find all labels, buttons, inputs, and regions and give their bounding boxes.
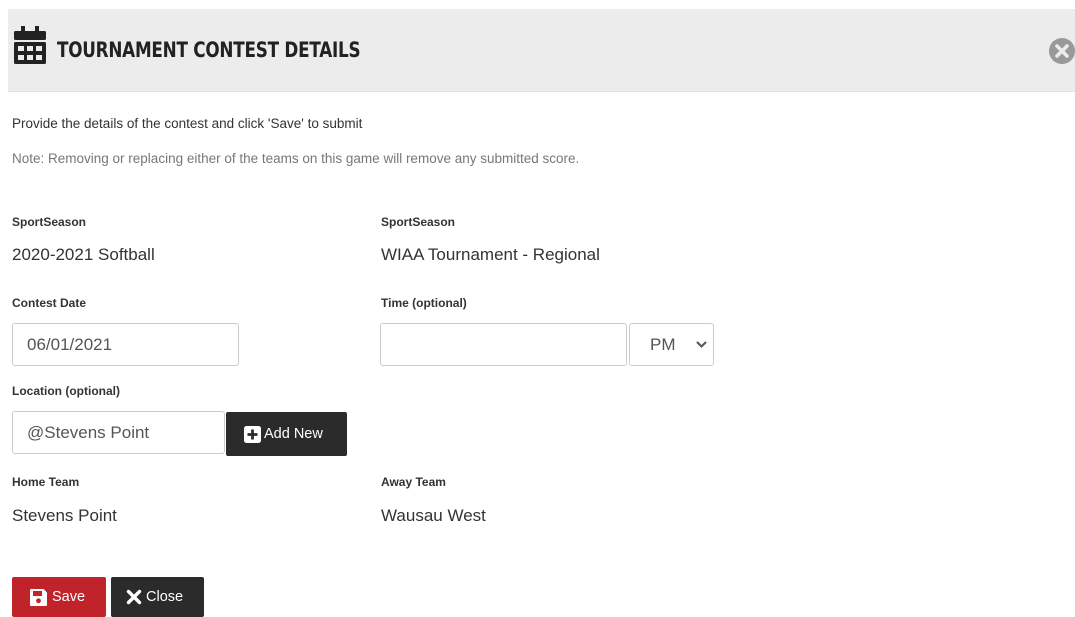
home-team-label: Home Team bbox=[12, 475, 80, 489]
sport-season-value-2: WIAA Tournament - Regional bbox=[381, 245, 600, 264]
chevron-down-icon bbox=[696, 341, 707, 348]
ampm-select-value: PM bbox=[650, 335, 676, 354]
location-input[interactable] bbox=[12, 411, 225, 454]
location-label: Location (optional) bbox=[12, 384, 120, 398]
home-team-value: Stevens Point bbox=[12, 506, 117, 525]
save-button[interactable]: Save bbox=[12, 577, 106, 617]
contest-details-modal: TOURNAMENT CONTEST DETAILS Provide the d… bbox=[0, 0, 1075, 617]
close-icon bbox=[126, 589, 142, 605]
add-new-location-button[interactable]: Add New bbox=[226, 412, 347, 456]
calendar-icon bbox=[14, 26, 46, 64]
intro-text: Provide the details of the contest and c… bbox=[12, 116, 363, 131]
floppy-disk-icon bbox=[30, 588, 47, 606]
sport-season-label-2: SportSeason bbox=[381, 215, 456, 229]
plus-square-icon bbox=[244, 425, 261, 443]
close-button[interactable]: Close bbox=[111, 577, 204, 617]
save-label: Save bbox=[52, 589, 86, 605]
sport-season-value: 2020-2021 Softball bbox=[12, 245, 155, 264]
ampm-select[interactable]: PM bbox=[629, 323, 714, 366]
close-circle-icon[interactable] bbox=[1048, 37, 1075, 65]
time-input[interactable] bbox=[380, 323, 627, 366]
sport-season-label: SportSeason bbox=[12, 215, 87, 229]
add-new-label: Add New bbox=[264, 426, 323, 442]
modal-title: TOURNAMENT CONTEST DETAILS bbox=[57, 38, 361, 62]
away-team-label: Away Team bbox=[381, 475, 446, 489]
contest-date-label: Contest Date bbox=[12, 296, 87, 310]
contest-date-input[interactable] bbox=[12, 323, 239, 366]
time-label: Time (optional) bbox=[381, 296, 467, 310]
close-label: Close bbox=[146, 589, 184, 605]
away-team-value: Wausau West bbox=[381, 506, 486, 525]
modal-header: TOURNAMENT CONTEST DETAILS bbox=[8, 9, 1075, 92]
note-text: Note: Removing or replacing either of th… bbox=[12, 151, 580, 166]
